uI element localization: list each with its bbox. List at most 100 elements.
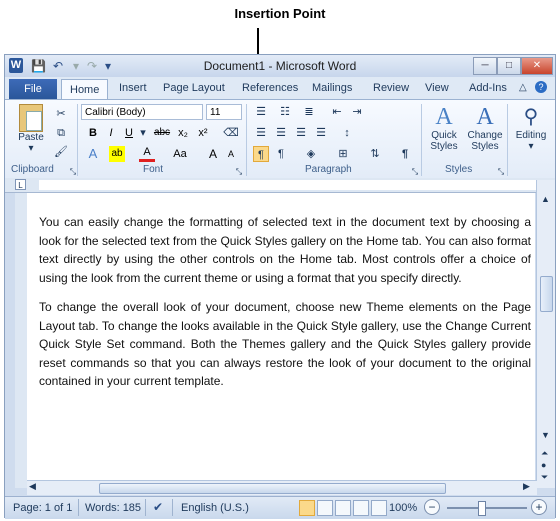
bold-button[interactable]: B [85, 125, 101, 141]
word-count[interactable]: Words: 185 [85, 502, 141, 514]
tab-selector-icon[interactable]: L [15, 179, 26, 190]
copy-icon[interactable]: ⧉ [53, 125, 69, 141]
paragraph-group-label: Paragraph [305, 164, 352, 175]
clipboard-group-label: Clipboard [11, 164, 54, 175]
tab-view[interactable]: View [425, 82, 449, 94]
title-bar: W 💾 ↶ ▾ ↷ ▾ Document1 - Microsoft Word ─… [5, 55, 555, 77]
tab-references[interactable]: References [242, 82, 298, 94]
tab-page-layout[interactable]: Page Layout [163, 82, 225, 94]
status-separator [172, 499, 173, 516]
status-separator [145, 499, 146, 516]
body-paragraph[interactable]: You can easily change the formatting of … [39, 213, 531, 287]
increase-indent-icon[interactable]: ⇥ [349, 104, 365, 120]
full-screen-reading-icon[interactable] [317, 500, 333, 516]
ribbon-home: Paste ▾ ✂ ⧉ 🖌 Clipboard ⤡ Calibri (Body)… [5, 99, 555, 179]
chevron-down-icon: ▾ [28, 143, 34, 154]
group-separator [421, 104, 422, 176]
tab-file[interactable]: File [9, 79, 57, 99]
tab-insert[interactable]: Insert [119, 82, 147, 94]
right-to-left-icon[interactable]: ¶ [273, 146, 289, 162]
language-indicator[interactable]: English (U.S.) [181, 502, 249, 514]
chevron-down-icon[interactable]: ▾ [139, 125, 147, 141]
tab-review[interactable]: Review [373, 82, 409, 94]
highlight-button[interactable]: ab [109, 146, 125, 162]
shading-icon[interactable]: ◈ [303, 146, 319, 162]
minimize-ribbon-icon[interactable]: △ [519, 82, 527, 93]
next-page-icon[interactable]: ⏷ [541, 472, 548, 483]
format-painter-icon[interactable]: 🖌 [53, 144, 69, 160]
change-case-button[interactable]: Aa [169, 146, 191, 162]
clear-formatting-icon[interactable]: ⌫ [223, 125, 239, 141]
page-count[interactable]: Page: 1 of 1 [13, 502, 72, 514]
styles-group-label: Styles [445, 164, 473, 175]
multilevel-list-icon[interactable]: ≣ [301, 104, 317, 120]
body-paragraph[interactable]: To change the overall look of your docum… [39, 298, 531, 391]
grow-font-button[interactable]: A [205, 146, 221, 162]
borders-icon[interactable]: ⊞ [335, 146, 351, 162]
font-group-label: Font [143, 164, 164, 175]
sort-icon[interactable]: ⇅ [367, 146, 383, 162]
print-layout-icon[interactable] [299, 500, 315, 516]
scroll-up-icon[interactable]: ▲ [541, 194, 550, 204]
numbering-icon[interactable]: ☷ [277, 104, 293, 120]
help-icon[interactable]: ? [535, 81, 547, 93]
align-left-icon[interactable]: ☰ [253, 125, 269, 141]
scroll-thumb[interactable] [540, 276, 553, 312]
paste-button[interactable]: Paste ▾ [13, 104, 49, 154]
align-center-icon[interactable]: ☰ [273, 125, 289, 141]
strikethrough-button[interactable]: abc [151, 125, 173, 141]
tab-home[interactable]: Home [61, 79, 109, 101]
editing-button[interactable]: ⚲ Editing ▾ [509, 104, 553, 152]
scroll-left-icon[interactable]: ◀ [29, 481, 36, 492]
proofing-icon[interactable]: ✔ [153, 500, 163, 514]
status-separator [78, 499, 79, 516]
scroll-down-icon[interactable]: ▼ [541, 430, 550, 440]
font-name-combo[interactable]: Calibri (Body) [81, 104, 203, 120]
change-styles-icon: A [476, 104, 494, 130]
bullets-icon[interactable]: ☰ [253, 104, 269, 120]
cut-icon[interactable]: ✂ [53, 106, 69, 122]
minimize-button[interactable]: ─ [473, 57, 497, 75]
italic-button[interactable]: I [103, 125, 119, 141]
scroll-right-icon[interactable]: ▶ [523, 481, 530, 492]
text-effects-button[interactable]: A [85, 146, 101, 162]
change-styles-button[interactable]: A Change Styles [465, 104, 505, 152]
horizontal-scroll-thumb[interactable] [99, 483, 446, 494]
tab-mailings[interactable]: Mailings [312, 82, 352, 94]
change-styles-label: Change Styles [467, 130, 503, 152]
horizontal-scrollbar[interactable]: ◀ ▶ [27, 480, 537, 495]
maximize-button[interactable]: □ [497, 57, 521, 75]
outline-icon[interactable] [353, 500, 369, 516]
chevron-down-icon: ▾ [528, 141, 534, 152]
clipboard-icon [19, 104, 43, 132]
web-layout-icon[interactable] [335, 500, 351, 516]
line-spacing-icon[interactable]: ↕ [339, 125, 355, 141]
decrease-indent-icon[interactable]: ⇤ [329, 104, 345, 120]
zoom-slider-knob[interactable] [478, 501, 486, 516]
zoom-level[interactable]: 100% [389, 502, 417, 514]
ruler-area[interactable] [39, 180, 544, 190]
superscript-button[interactable]: x² [195, 125, 211, 141]
group-separator [77, 104, 78, 176]
quick-styles-button[interactable]: A Quick Styles [425, 104, 463, 152]
show-formatting-button[interactable]: ¶ [397, 146, 413, 162]
tab-addins[interactable]: Add-Ins [469, 82, 507, 94]
zoom-in-button[interactable]: + [531, 499, 547, 515]
subscript-button[interactable]: x₂ [175, 125, 191, 141]
group-separator [246, 104, 247, 176]
shrink-font-button[interactable]: A [223, 146, 239, 162]
zoom-out-button[interactable]: − [424, 499, 440, 515]
horizontal-ruler: L [5, 178, 555, 193]
align-right-icon[interactable]: ☰ [293, 125, 309, 141]
left-to-right-icon[interactable]: ¶ [253, 146, 269, 162]
justify-icon[interactable]: ☰ [313, 125, 329, 141]
font-size-combo[interactable]: 11 [206, 104, 242, 120]
previous-page-icon[interactable]: ⏶ [541, 448, 548, 459]
browse-object-icon[interactable]: ● [541, 460, 546, 470]
draft-icon[interactable] [371, 500, 387, 516]
underline-button[interactable]: U [121, 125, 137, 141]
close-button[interactable]: ✕ [521, 57, 553, 75]
zoom-slider[interactable] [447, 507, 527, 509]
font-color-button[interactable]: A [139, 146, 155, 162]
vertical-scrollbar[interactable]: ▲ ▼ ⏶ ● ⏷ [536, 180, 555, 488]
